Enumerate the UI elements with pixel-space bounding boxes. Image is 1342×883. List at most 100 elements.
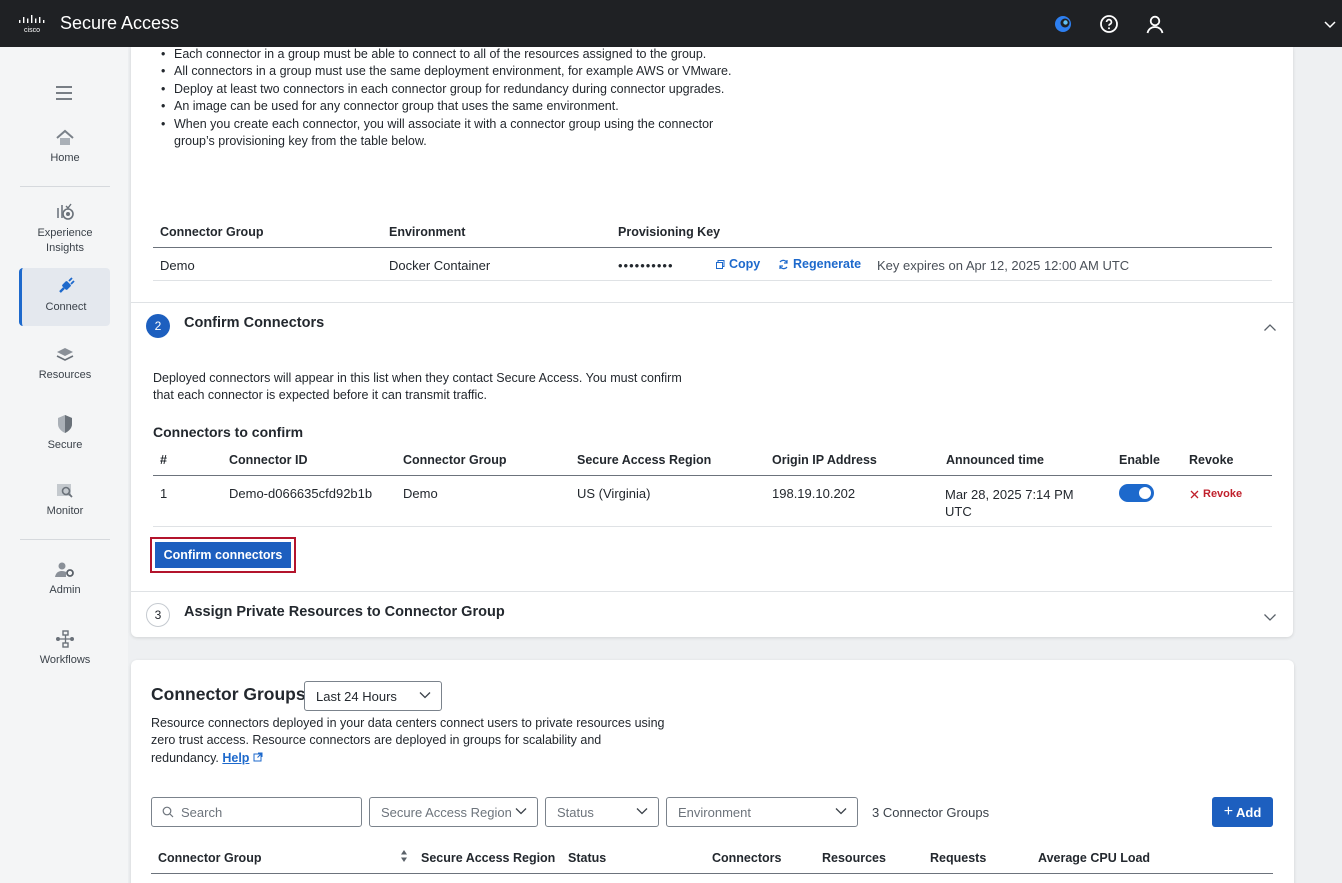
monitor-icon — [20, 482, 110, 500]
column-header: Connector ID — [229, 453, 308, 467]
column-header: # — [160, 453, 167, 467]
enable-toggle[interactable] — [1119, 484, 1154, 502]
step-number-badge: 2 — [146, 314, 170, 338]
connect-plug-icon — [22, 276, 110, 296]
column-header: Status — [568, 851, 607, 865]
section-subheading: Connectors to confirm — [153, 424, 304, 440]
sidebar-item-home[interactable]: Home — [20, 129, 110, 166]
help-icon[interactable] — [1098, 13, 1120, 35]
add-connector-group-button[interactable]: + Add — [1212, 797, 1273, 827]
sidebar-item-label: Workflows — [39, 654, 91, 666]
regenerate-key-link[interactable]: Regenerate — [778, 257, 861, 271]
close-icon — [1190, 490, 1199, 498]
user-icon[interactable] — [1144, 13, 1166, 35]
workflows-icon — [20, 629, 110, 649]
region-cell: US (Virginia) — [577, 486, 651, 501]
page-section-title: Connector Groups — [151, 684, 306, 704]
sidebar-item-monitor[interactable]: Monitor — [20, 482, 110, 519]
sidebar-item-label: Secure — [47, 439, 83, 451]
divider — [20, 539, 110, 540]
row-number: 1 — [160, 486, 168, 501]
sidebar-item-label: Admin — [49, 584, 81, 596]
hamburger-menu-icon[interactable] — [54, 85, 74, 104]
revoke-link[interactable]: Revoke — [1190, 488, 1242, 500]
copy-key-link[interactable]: Copy — [716, 257, 760, 271]
column-header: Connector Group — [160, 225, 264, 239]
shield-icon — [20, 414, 110, 434]
time-range-select[interactable]: Last 24 Hours — [304, 681, 442, 711]
column-header: Connectors — [712, 851, 782, 865]
help-link[interactable]: Help — [222, 751, 249, 765]
list-item: When you create each connector, you will… — [161, 116, 734, 151]
sidebar: Home Experience Insights Connect Resourc… — [0, 47, 128, 883]
search-input[interactable]: Search — [151, 797, 362, 827]
column-header: Secure Access Region — [421, 851, 556, 865]
step-title[interactable]: Assign Private Resources to Connector Gr… — [184, 604, 505, 620]
step-number-badge: 3 — [146, 603, 170, 627]
list-item: All connectors in a group must use the s… — [161, 63, 734, 81]
chevron-down-icon[interactable] — [1263, 610, 1277, 625]
copy-icon — [716, 259, 725, 269]
divider — [153, 280, 1272, 281]
column-header: Announced time — [946, 453, 1044, 467]
chevron-up-icon[interactable] — [1263, 320, 1277, 335]
insights-icon — [20, 202, 110, 222]
connector-group-count: 3 Connector Groups — [872, 805, 990, 820]
announced-time-cell: Mar 28, 2025 7:14 PM UTC — [945, 487, 1074, 519]
section-divider — [131, 591, 1293, 592]
refresh-icon — [779, 259, 788, 269]
top-bar: cisco Secure Access — [0, 0, 1342, 47]
column-header: Resources — [822, 851, 886, 865]
external-link-icon[interactable] — [253, 752, 263, 762]
key-expiry-text: Key expires on Apr 12, 2025 12:00 AM UTC — [877, 258, 1130, 273]
chevron-down-icon — [835, 808, 847, 815]
account-menu-chevron-icon[interactable] — [1318, 13, 1342, 35]
sidebar-item-resources[interactable]: Resources — [20, 346, 110, 383]
sidebar-item-label: Home — [50, 152, 80, 164]
sidebar-item-connect[interactable]: Connect — [19, 268, 110, 326]
cisco-bars-icon: cisco — [19, 14, 45, 33]
confirm-connectors-button[interactable]: Confirm connectors — [150, 537, 296, 573]
section-divider — [131, 302, 1293, 303]
column-header: Provisioning Key — [618, 225, 721, 239]
sort-icon[interactable] — [400, 849, 408, 866]
environment-cell: Docker Container — [389, 258, 491, 273]
region-filter-select[interactable]: Secure Access Region — [369, 797, 538, 827]
step-description: Deployed connectors will appear in this … — [153, 371, 682, 403]
sidebar-item-admin[interactable]: Admin — [20, 561, 110, 598]
column-header: Revoke — [1189, 453, 1234, 467]
table-header-divider — [153, 247, 1272, 248]
step-title[interactable]: Confirm Connectors — [184, 315, 324, 331]
app-title: Secure Access — [60, 13, 180, 33]
sidebar-item-workflows[interactable]: Workflows — [20, 629, 110, 668]
resources-stack-icon — [20, 346, 110, 364]
sidebar-item-secure[interactable]: Secure — [20, 414, 110, 453]
column-header: Secure Access Region — [577, 453, 712, 467]
chevron-down-icon — [515, 808, 527, 815]
column-header: Origin IP Address — [772, 453, 877, 467]
sidebar-item-label: Resources — [38, 369, 92, 381]
sidebar-item-experience-insights[interactable]: Experience Insights — [20, 202, 110, 256]
table-header-divider — [151, 873, 1273, 874]
list-item: Deploy at least two connectors in each c… — [161, 81, 734, 99]
status-filter-select[interactable]: Status — [545, 797, 659, 827]
provisioning-key-masked: •••••••••• — [618, 258, 674, 273]
column-header: Environment — [389, 225, 466, 239]
list-item: An image can be used for any connector g… — [161, 98, 734, 116]
connector-guidelines-list: Each connector in a group must be able t… — [161, 46, 734, 151]
connector-id-cell: Demo-d066635cfd92b1b — [229, 486, 373, 501]
plus-icon: + — [1223, 803, 1234, 820]
divider — [153, 526, 1272, 527]
chevron-down-icon — [419, 692, 431, 699]
column-header: Connector Group — [403, 453, 507, 467]
table-header-divider — [153, 475, 1272, 476]
environment-filter-select[interactable]: Environment — [666, 797, 858, 827]
column-header[interactable]: Connector Group — [158, 851, 261, 865]
home-icon — [20, 129, 110, 147]
assistant-icon[interactable] — [1052, 13, 1074, 35]
cisco-logo: cisco Secure Access — [18, 13, 179, 34]
sidebar-item-label: Monitor — [46, 505, 84, 517]
column-header: Requests — [930, 851, 987, 865]
column-header: Enable — [1119, 453, 1160, 467]
svg-text:cisco: cisco — [24, 27, 40, 33]
